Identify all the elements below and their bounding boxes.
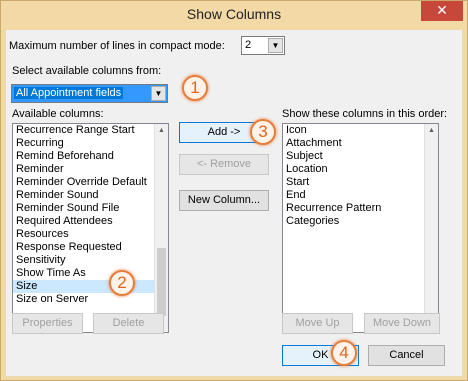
list-item[interactable]: Categories (283, 215, 438, 228)
scroll-up-icon[interactable]: ▲ (155, 124, 168, 137)
list-item[interactable]: Reminder Sound (13, 189, 168, 202)
remove-button[interactable]: <- Remove (179, 154, 269, 175)
close-button[interactable]: ✕ (421, 1, 463, 21)
max-lines-label: Maximum number of lines in compact mode: (9, 40, 225, 52)
list-item[interactable]: Reminder Sound File (13, 202, 168, 215)
step-marker-2: 2 (109, 270, 135, 296)
list-item[interactable]: Attachment (283, 137, 438, 150)
list-item[interactable]: Size on Server (13, 293, 168, 306)
delete-button[interactable]: Delete (93, 313, 164, 334)
list-item[interactable]: Remind Beforehand (13, 150, 168, 163)
list-item[interactable]: End (283, 189, 438, 202)
list-item[interactable]: Size (13, 280, 168, 293)
list-item[interactable]: Sensitivity (13, 254, 168, 267)
max-lines-value: 2 (245, 39, 252, 51)
shown-columns-list[interactable]: Icon Attachment Subject Location Start End Rec… (282, 123, 439, 333)
available-columns-list[interactable]: Recurrence Range Start Recurring Remind Be… (12, 123, 169, 333)
list-item[interactable]: Subject (283, 150, 438, 163)
list-item[interactable]: Location (283, 163, 438, 176)
max-lines-dropdown[interactable]: 2 ▼ (241, 36, 285, 55)
move-down-button[interactable]: Move Down (364, 313, 440, 334)
dialog-body: Maximum number of lines in compact mode:… (6, 30, 462, 376)
list-item[interactable]: Icon (283, 124, 438, 137)
list-item[interactable]: Start (283, 176, 438, 189)
scroll-up-icon[interactable]: ▲ (425, 124, 438, 137)
list-item[interactable]: Recurrence Range Start (13, 124, 168, 137)
list-item[interactable]: Required Attendees (13, 215, 168, 228)
cancel-button[interactable]: Cancel (368, 345, 445, 366)
title-bar: Show Columns ✕ (1, 1, 467, 30)
available-columns-label: Available columns: (12, 108, 104, 120)
list-item[interactable]: Response Requested (13, 241, 168, 254)
list-item[interactable]: Show Time As (13, 267, 168, 280)
shown-columns-label: Show these columns in this order: (282, 108, 448, 120)
show-columns-dialog: Show Columns ✕ Maximum number of lines i… (0, 0, 468, 381)
new-column-button[interactable]: New Column... (179, 190, 269, 211)
list-item[interactable]: Resources (13, 228, 168, 241)
step-marker-3: 3 (250, 119, 276, 145)
list-item[interactable]: Recurrence Pattern (283, 202, 438, 215)
step-marker-4: 4 (331, 340, 357, 366)
move-up-button[interactable]: Move Up (282, 313, 353, 334)
select-from-label: Select available columns from: (12, 65, 162, 77)
dialog-title: Show Columns (186, 6, 282, 22)
scroll-thumb[interactable] (157, 248, 166, 316)
step-marker-1: 1 (182, 75, 208, 101)
chevron-down-icon[interactable]: ▼ (268, 38, 283, 53)
select-from-dropdown[interactable]: All Appointment fields ▼ (11, 84, 168, 103)
select-from-value: All Appointment fields (14, 87, 124, 99)
available-scrollbar[interactable]: ▲ ▼ (154, 124, 168, 332)
list-item[interactable]: Recurring (13, 137, 168, 150)
properties-button[interactable]: Properties (12, 313, 83, 334)
chevron-down-icon[interactable]: ▼ (151, 86, 166, 101)
list-item[interactable]: Reminder Override Default (13, 176, 168, 189)
list-item[interactable]: Reminder (13, 163, 168, 176)
shown-scrollbar[interactable]: ▲ ▼ (424, 124, 438, 332)
